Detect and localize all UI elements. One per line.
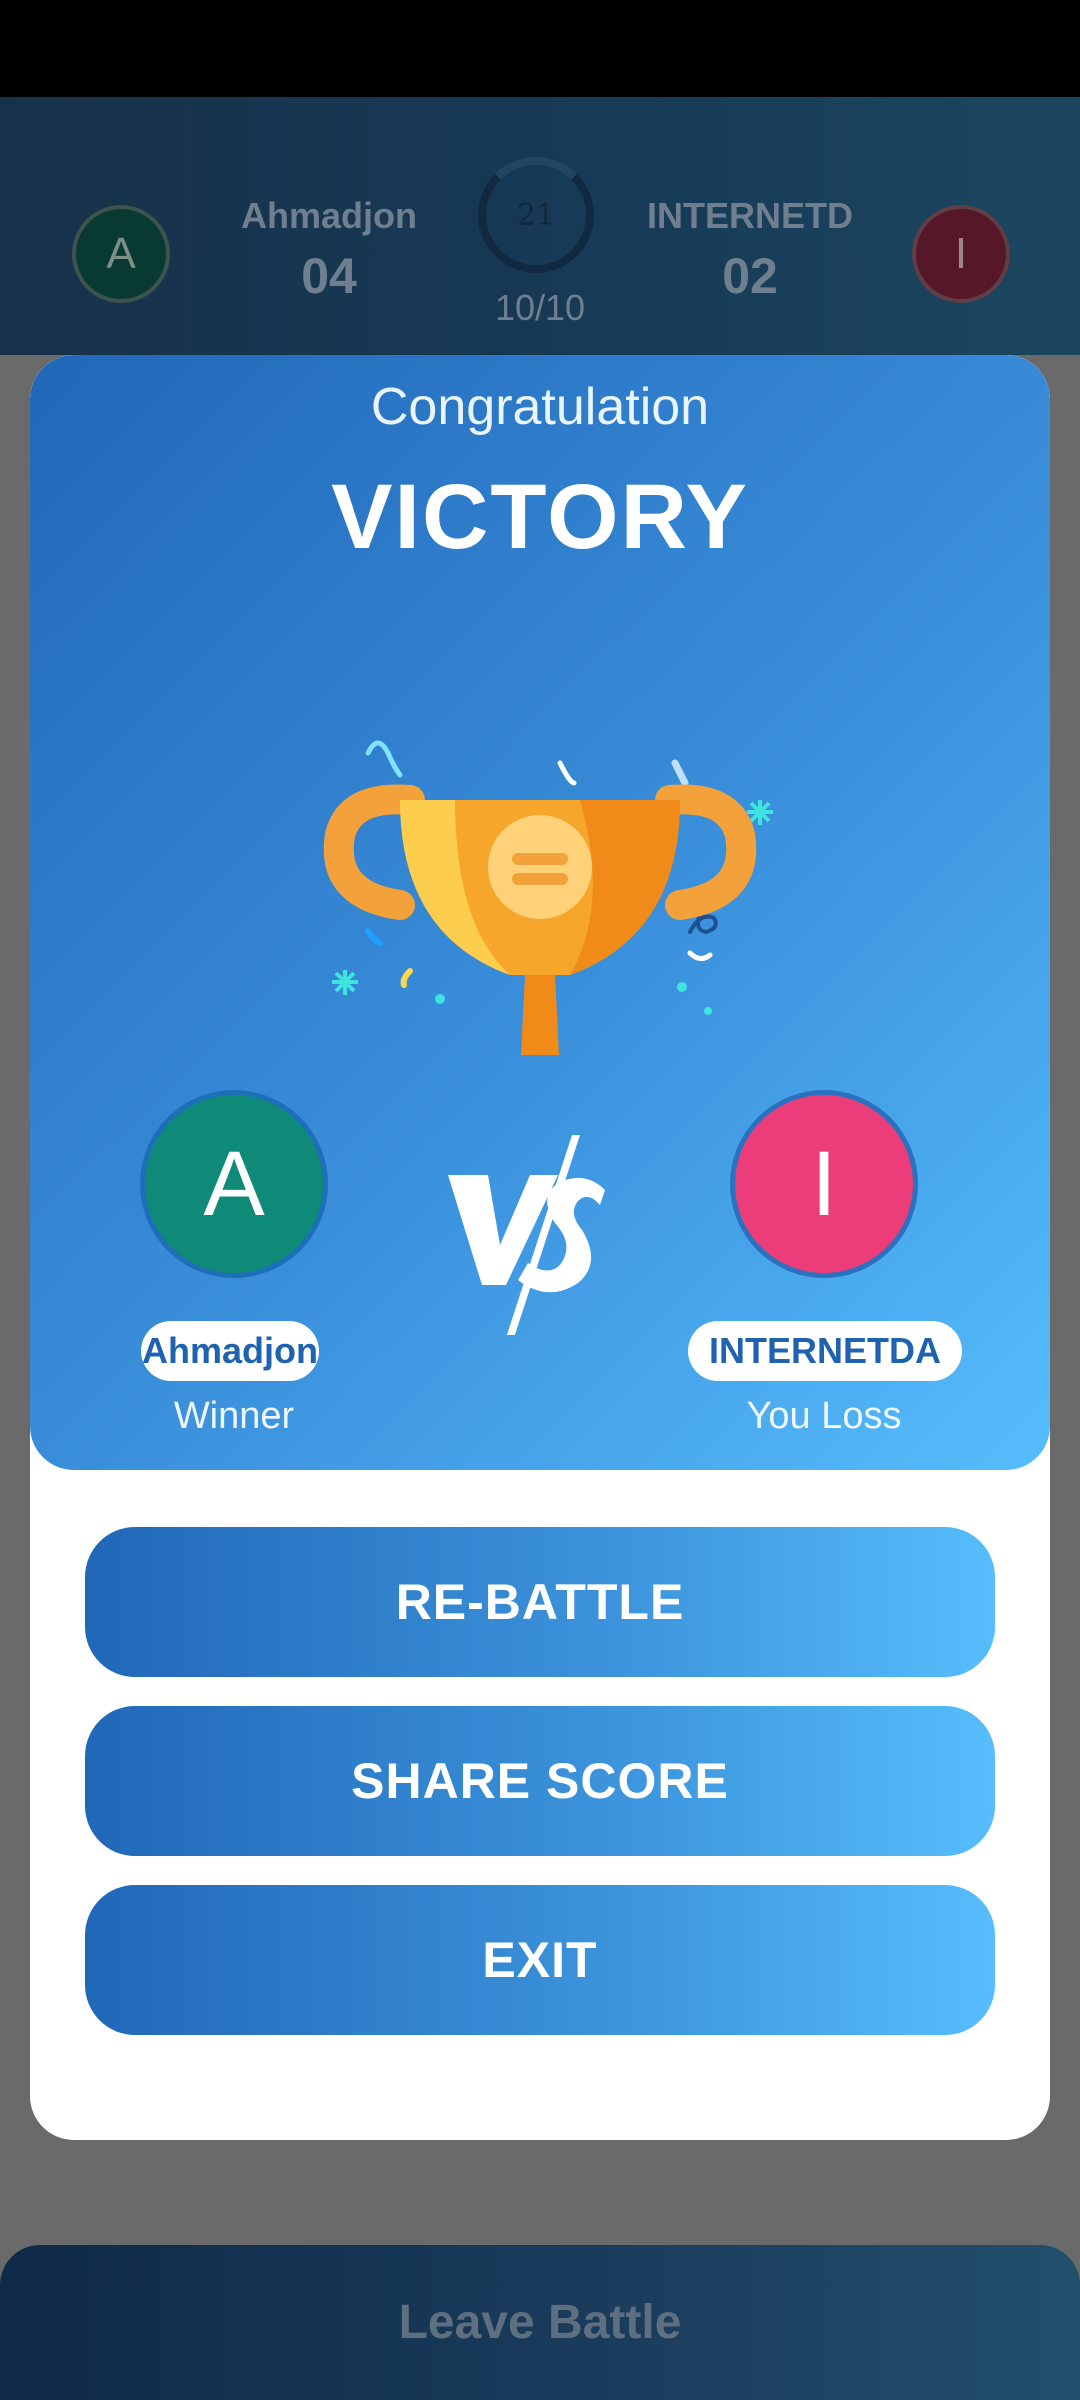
loser-name-badge: INTERNETDA <box>688 1321 962 1381</box>
winner-status: Winner <box>173 1395 295 1437</box>
winner-avatar: A <box>140 1090 328 1278</box>
leave-battle-label: Leave Battle <box>398 2296 682 2349</box>
player-right-initial: I <box>954 229 968 278</box>
congrats-text: Congratulation <box>370 378 710 436</box>
winner-initial: A <box>203 1132 265 1235</box>
question-progress: 10/10 <box>494 287 586 328</box>
player-left-initial: A <box>106 229 136 278</box>
loser-status: You Loss <box>746 1395 902 1437</box>
vs-icon <box>448 1135 605 1335</box>
result-title: VICTORY <box>331 466 749 568</box>
rebattle-button[interactable]: RE-BATTLE <box>85 1527 995 1677</box>
loser-avatar: I <box>730 1090 918 1278</box>
player-right-score: 02 <box>722 248 778 304</box>
winner-name-badge: Ahmadjon <box>141 1321 319 1381</box>
player-left-avatar: A <box>72 205 170 303</box>
share-score-button[interactable]: SHARE SCORE <box>85 1706 995 1856</box>
loser-initial: I <box>811 1132 837 1235</box>
player-left-score: 04 <box>301 248 357 304</box>
exit-button[interactable]: EXIT <box>85 1885 995 2035</box>
player-right-avatar: I <box>912 205 1010 303</box>
result-hero: Congratulation VICTORY A I Ahmadjon INTE… <box>30 355 1050 1470</box>
player-left-name: Ahmadjon <box>241 195 417 236</box>
status-bar <box>0 0 1080 97</box>
result-dialog: Congratulation VICTORY A I Ahmadjon INTE… <box>30 355 1050 2140</box>
round-timer: 21 <box>478 157 594 273</box>
battle-scoreboard: A Ahmadjon 04 21 10/10 INTERNETD 02 I <box>0 97 1080 355</box>
trophy-icon <box>323 740 773 1055</box>
leave-battle-button[interactable]: Leave Battle <box>0 2245 1080 2400</box>
player-right-name: INTERNETD <box>647 195 853 236</box>
